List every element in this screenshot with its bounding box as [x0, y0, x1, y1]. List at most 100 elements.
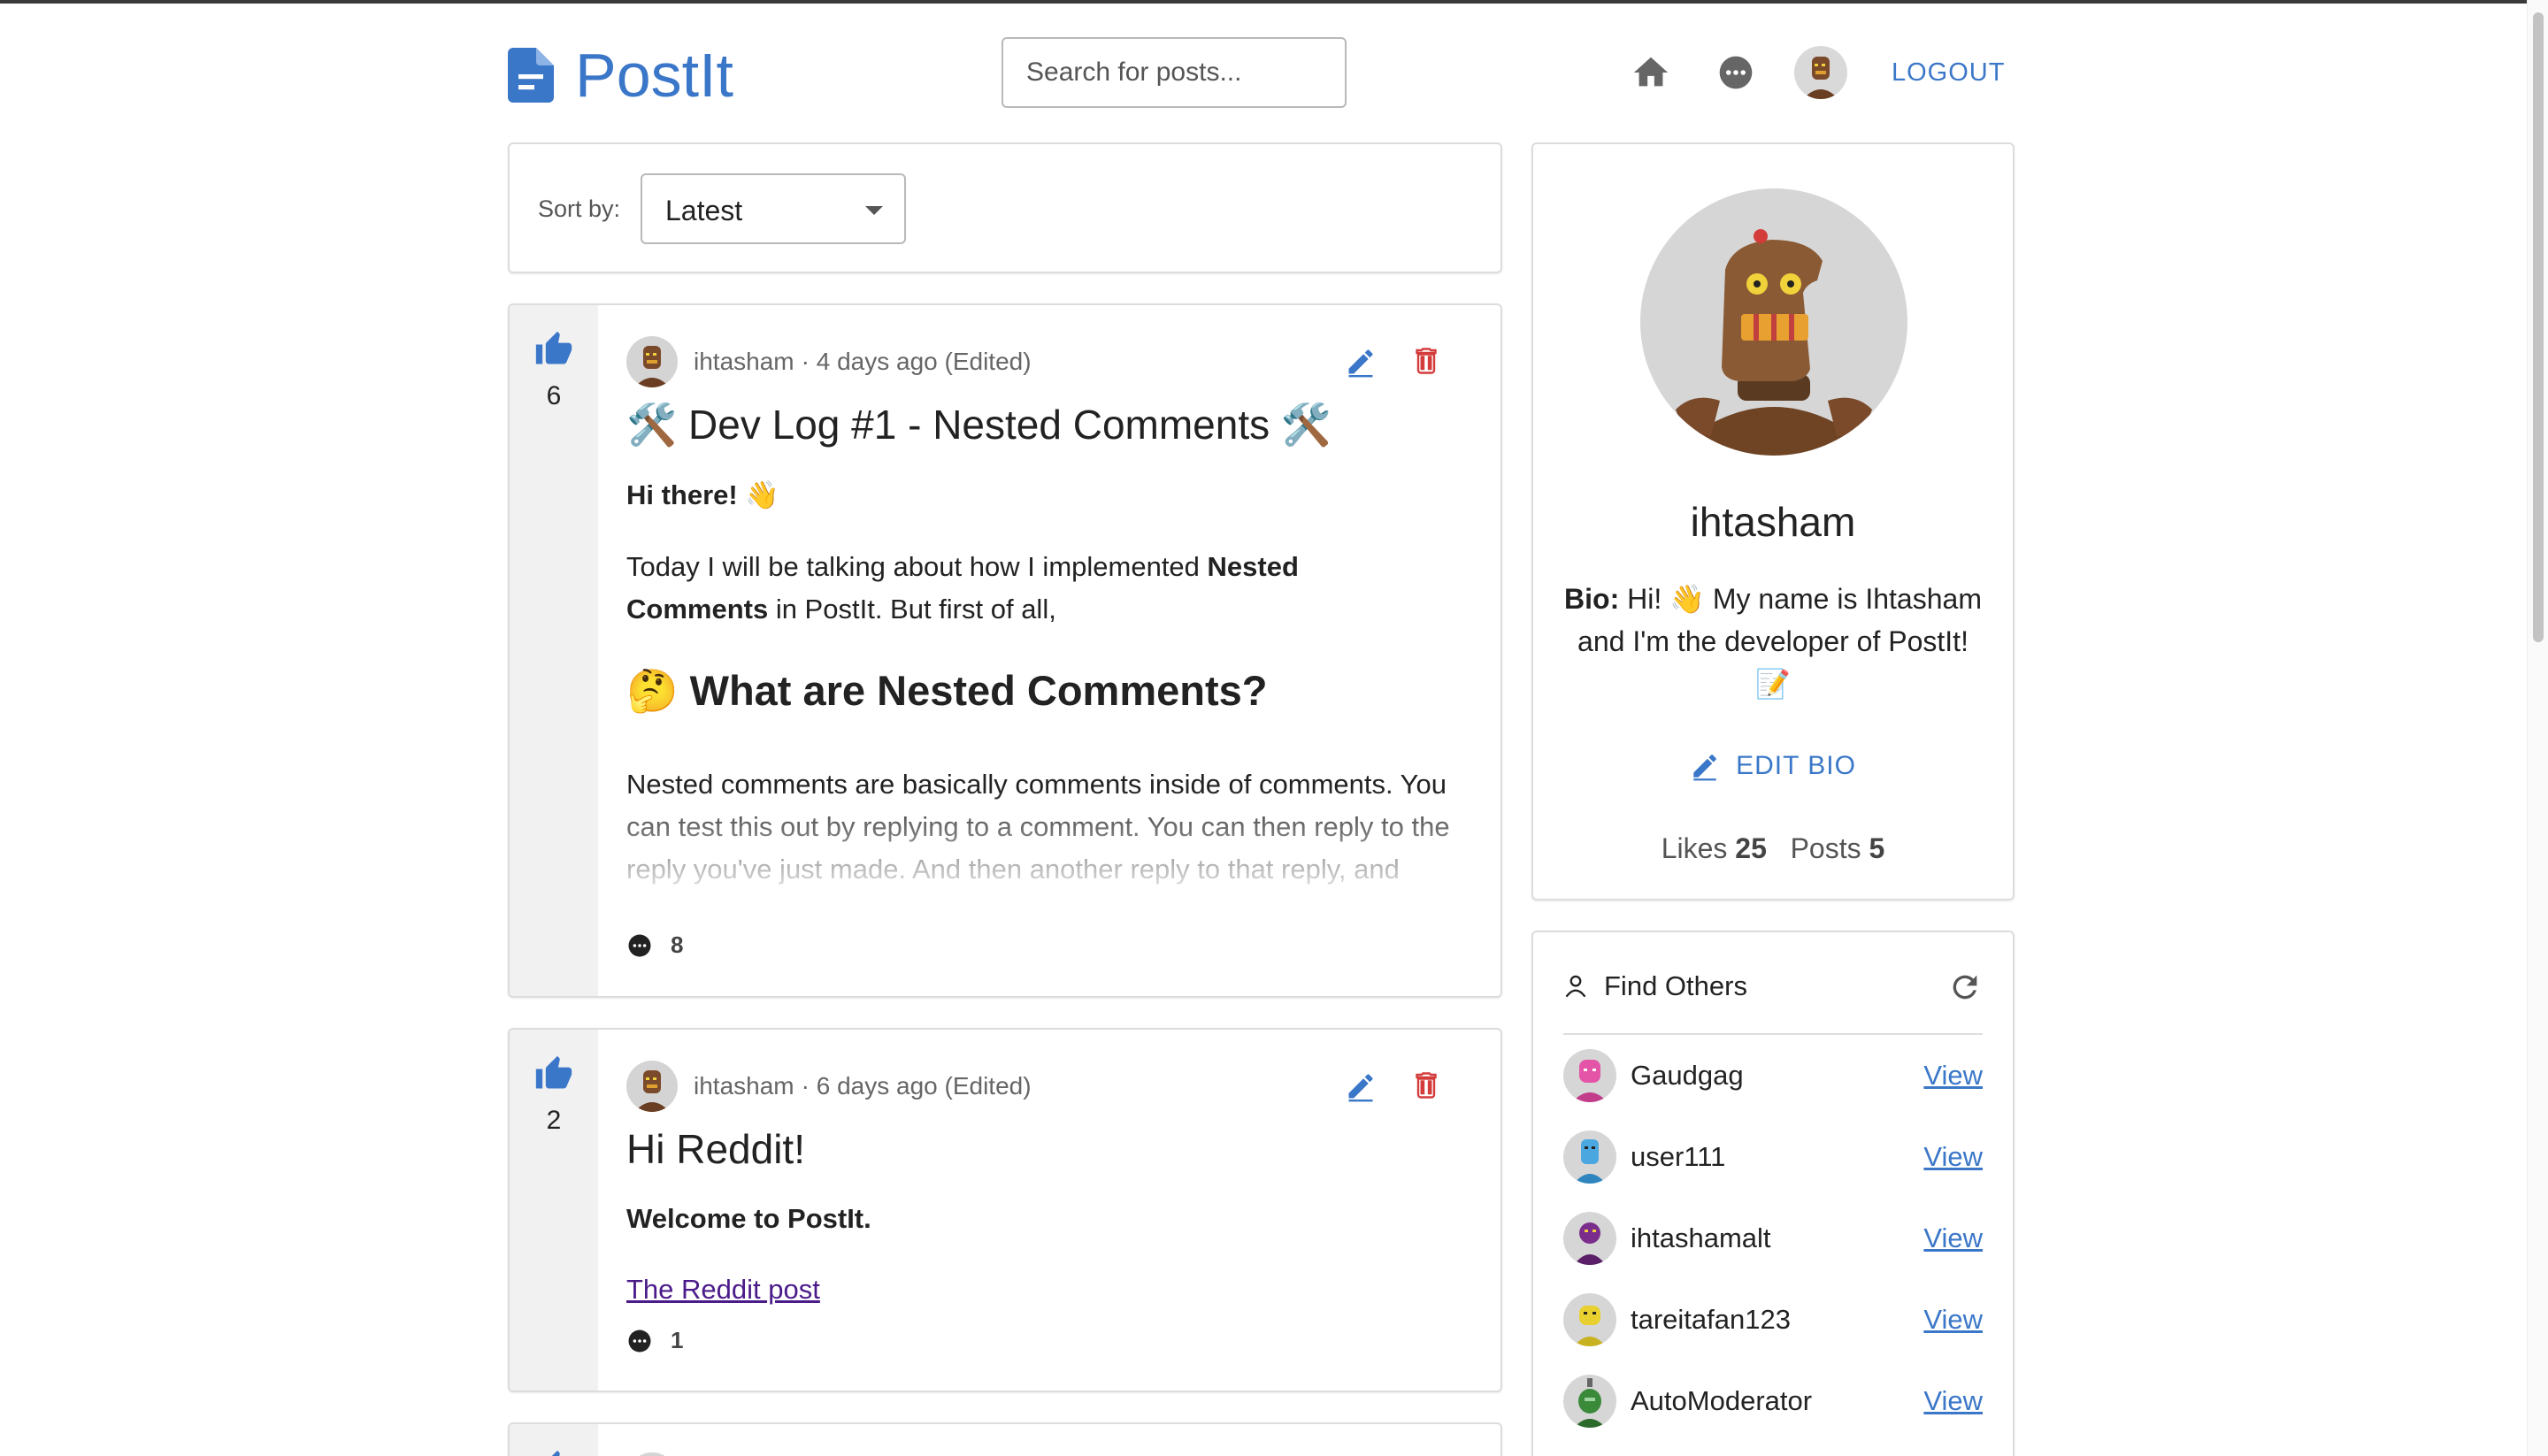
- user-list-item: ihtashamalt View: [1563, 1210, 1983, 1267]
- thumbs-up-icon[interactable]: [534, 1449, 573, 1456]
- robot-avatar-icon: [634, 1070, 670, 1112]
- profile-avatar: [1640, 188, 1907, 456]
- likes-label: Likes: [1661, 832, 1728, 864]
- post-meta: ihtasham · 6 days ago (Edited): [626, 1060, 1032, 1113]
- view-user-link[interactable]: View: [1923, 1222, 1983, 1254]
- robot-avatar-icon: [1803, 57, 1838, 99]
- sort-label: Sort by:: [538, 195, 621, 222]
- user-name: user111: [1631, 1141, 1726, 1172]
- scrollbar-thumb[interactable]: [2533, 12, 2544, 642]
- bio-text: Hi! 👋 My name is Ihtasham and I'm the de…: [1577, 583, 1982, 700]
- post-card[interactable]: [508, 1422, 1502, 1456]
- user-name: tareitafan123: [1631, 1304, 1791, 1335]
- dropdown-caret-icon: [865, 206, 883, 215]
- author-avatar[interactable]: [626, 336, 678, 387]
- robot-avatar-icon: [1574, 1139, 1606, 1184]
- like-count: 6: [546, 381, 562, 410]
- intro-text-end: in PostIt. But first of all,: [768, 594, 1056, 625]
- user-name: AutoModerator: [1631, 1385, 1813, 1416]
- sort-select[interactable]: Latest: [641, 173, 906, 244]
- top-header: PostIt LOGOUT: [508, 27, 2008, 119]
- home-button[interactable]: [1624, 46, 1677, 99]
- post-intro: Today I will be talking about how I impl…: [626, 546, 1405, 631]
- view-user-link[interactable]: View: [1923, 1141, 1983, 1173]
- bio-label: Bio:: [1564, 583, 1620, 615]
- post-card[interactable]: 6 ihtasham · 4 days ago (Edited) 🛠️ Dev …: [508, 303, 1502, 998]
- author-avatar[interactable]: [626, 1061, 678, 1112]
- vote-column: 6: [510, 305, 598, 996]
- user-list-item: user111 View: [1563, 1129, 1983, 1185]
- messages-button[interactable]: [1709, 46, 1762, 99]
- likes-value: 25: [1735, 832, 1767, 864]
- vote-column: [510, 1424, 598, 1456]
- trash-icon[interactable]: [1410, 1069, 1442, 1102]
- user-avatar[interactable]: [1563, 1130, 1616, 1184]
- user-avatar[interactable]: [1563, 1293, 1616, 1346]
- profile-bio: Bio: Hi! 👋 My name is Ihtasham and I'm t…: [1560, 578, 1986, 705]
- edit-pencil-icon[interactable]: [1345, 1070, 1377, 1102]
- home-icon: [1633, 57, 1669, 87]
- chat-bubble-icon: [1719, 56, 1753, 89]
- reddit-post-link[interactable]: The Reddit post: [626, 1274, 820, 1306]
- app-name: PostIt: [575, 41, 733, 110]
- user-avatar[interactable]: [1563, 1212, 1616, 1265]
- view-user-link[interactable]: View: [1923, 1304, 1983, 1336]
- post-heading: 🤔 What are Nested Comments?: [626, 667, 1268, 714]
- user-avatar[interactable]: [1563, 1049, 1616, 1102]
- author-avatar[interactable]: [626, 1452, 678, 1456]
- thumbs-up-icon[interactable]: [534, 330, 573, 369]
- user-list-item: tareitafan123 View: [1563, 1291, 1983, 1348]
- sort-bar: Sort by: Latest: [508, 142, 1502, 273]
- user-name: Gaudgag: [1631, 1060, 1744, 1091]
- robot-avatar-icon: [1574, 1306, 1606, 1346]
- robot-avatar-icon: [1667, 229, 1881, 456]
- post-timestamp: · 4 days ago (Edited): [801, 348, 1032, 375]
- user-list-item: AutoModerator View: [1563, 1373, 1983, 1429]
- profile-avatar-button[interactable]: [1794, 46, 1847, 99]
- robot-avatar-icon: [1572, 1060, 1608, 1102]
- page-scrollbar[interactable]: [2527, 0, 2548, 1456]
- comments-button[interactable]: 1: [626, 1327, 683, 1354]
- divider: [1563, 1033, 1983, 1035]
- search-input[interactable]: [1002, 37, 1347, 108]
- posts-value: 5: [1869, 832, 1885, 864]
- profile-card: ihtasham Bio: Hi! 👋 My name is Ihtasham …: [1531, 142, 2015, 900]
- thumbs-up-icon[interactable]: [534, 1054, 573, 1093]
- trash-icon[interactable]: [1410, 344, 1442, 378]
- post-title[interactable]: 🛠️ Dev Log #1 - Nested Comments 🛠️: [626, 401, 1332, 449]
- post-greeting: Hi there! 👋: [626, 479, 779, 510]
- comment-count: 8: [671, 931, 684, 958]
- user-avatar[interactable]: [1563, 1375, 1616, 1428]
- posts-label: Posts: [1790, 832, 1861, 864]
- intro-text: Today I will be talking about how I impl…: [626, 551, 1208, 582]
- robot-avatar-icon: [1574, 1378, 1606, 1428]
- app-logo[interactable]: PostIt: [508, 44, 733, 106]
- author-name[interactable]: ihtasham: [694, 348, 794, 376]
- logout-button[interactable]: LOGOUT: [1892, 55, 2005, 90]
- edit-pencil-icon: [1693, 755, 1716, 781]
- person-icon: [1565, 975, 1586, 998]
- document-icon: [508, 48, 554, 103]
- comment-count: 1: [671, 1327, 684, 1353]
- post-title[interactable]: Hi Reddit!: [626, 1125, 805, 1173]
- view-user-link[interactable]: View: [1923, 1060, 1983, 1092]
- profile-stats: Likes 25 Posts 5: [1533, 832, 2013, 865]
- robot-avatar-icon: [634, 346, 670, 387]
- user-list-item: Gaudgag View: [1563, 1047, 1983, 1104]
- edit-bio-button[interactable]: EDIT BIO: [1533, 751, 2013, 781]
- author-name[interactable]: ihtasham: [694, 1072, 794, 1100]
- view-user-link[interactable]: View: [1923, 1385, 1983, 1417]
- profile-username: ihtasham: [1690, 499, 1856, 545]
- edit-pencil-icon[interactable]: [1345, 346, 1377, 378]
- post-body-text: Nested comments are basically comments i…: [626, 769, 1450, 885]
- post-card[interactable]: 2 ihtasham · 6 days ago (Edited) Hi Redd…: [508, 1028, 1502, 1392]
- edit-bio-label: EDIT BIO: [1736, 751, 1856, 780]
- comments-button[interactable]: 8: [626, 931, 683, 959]
- chat-bubble-icon: [628, 934, 651, 956]
- window-top-border: [0, 0, 2548, 4]
- robot-avatar-icon: [1574, 1222, 1606, 1265]
- user-name: ihtashamalt: [1631, 1222, 1771, 1253]
- find-others-card: Find Others Gaudgag View user111 View ih…: [1531, 931, 2015, 1456]
- chat-bubble-icon: [628, 1330, 651, 1352]
- refresh-icon[interactable]: [1947, 969, 1983, 1005]
